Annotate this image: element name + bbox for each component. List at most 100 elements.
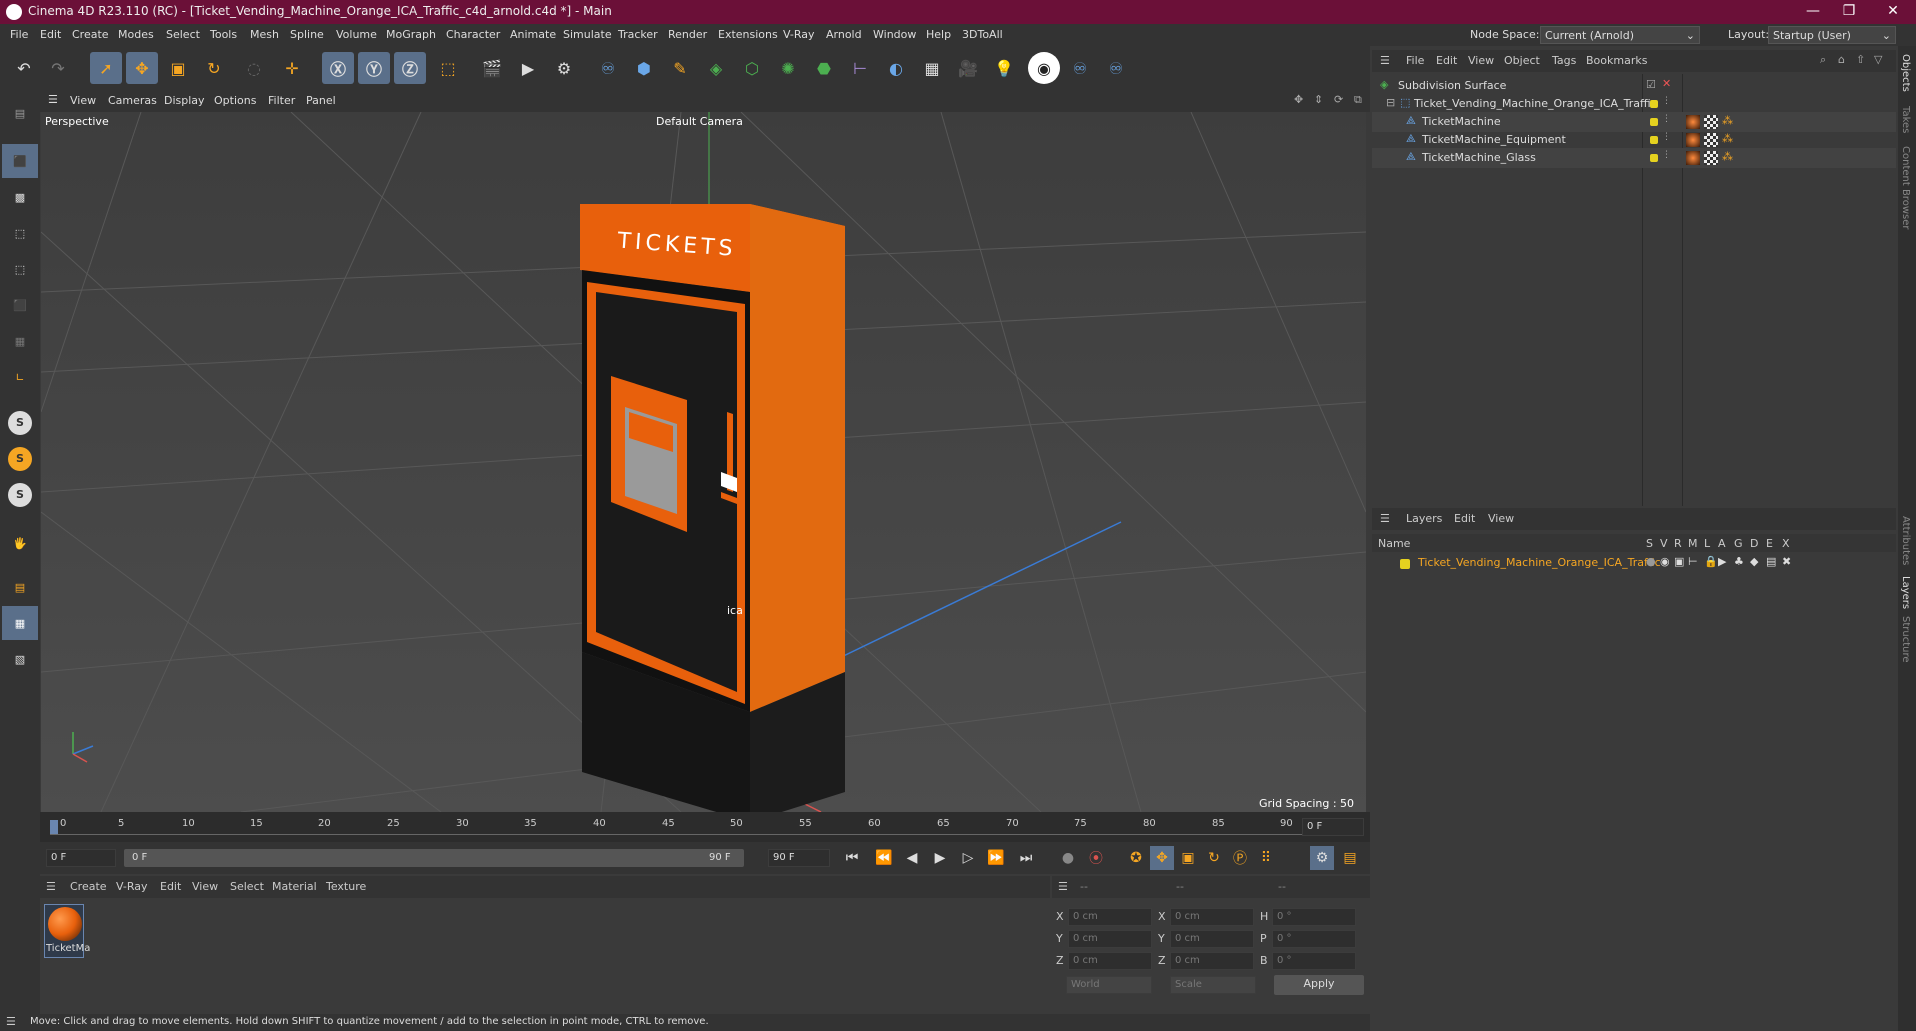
hamburger-icon[interactable]: ☰ bbox=[6, 1015, 16, 1028]
up-icon[interactable]: ⇧ bbox=[1856, 53, 1865, 66]
menu-help[interactable]: Help bbox=[926, 28, 951, 41]
camera-label[interactable]: Default Camera bbox=[656, 115, 743, 128]
texture-tag-icon[interactable] bbox=[1704, 151, 1718, 165]
go-to-start-icon[interactable]: ⏮ bbox=[840, 846, 864, 870]
tab-objects[interactable]: Objects bbox=[1900, 54, 1911, 92]
live-select-icon[interactable]: ◌ bbox=[238, 52, 270, 84]
menu-simulate[interactable]: Simulate bbox=[563, 28, 612, 41]
layer-color-dot[interactable] bbox=[1650, 136, 1658, 144]
search-icon[interactable]: ⌕ bbox=[1820, 53, 1826, 67]
menu-animate[interactable]: Animate bbox=[510, 28, 556, 41]
redo-icon[interactable]: ↷ bbox=[42, 52, 74, 84]
texture-tag-icon[interactable] bbox=[1704, 115, 1718, 129]
layer-column-manager[interactable]: M bbox=[1688, 537, 1698, 550]
soft-selection-icon[interactable]: S bbox=[2, 478, 38, 512]
selection-tag-icon[interactable]: ⁂ bbox=[1722, 132, 1733, 145]
cinema4d-logo-icon[interactable]: ◉ bbox=[1028, 52, 1060, 84]
python-plugin-icon[interactable]: ♾ bbox=[1100, 52, 1132, 84]
layer-color-swatch[interactable] bbox=[1400, 559, 1410, 569]
layer-column-generators[interactable]: G bbox=[1734, 537, 1743, 550]
model-mode-icon[interactable]: ▤ bbox=[2, 96, 38, 130]
selection-tag-icon[interactable]: ⁂ bbox=[1722, 114, 1733, 127]
object-row[interactable]: ⊟ ⬚ Ticket_Vending_Machine_Orange_ICA_Tr… bbox=[1372, 94, 1896, 114]
zoom-view-icon[interactable]: ⇕ bbox=[1314, 93, 1323, 106]
animation-icon[interactable]: ▶ bbox=[1718, 555, 1726, 568]
timeline-ruler[interactable]: 0 5 10 15 20 25 30 35 40 45 50 55 60 65 … bbox=[40, 812, 1370, 842]
om-menu-tags[interactable]: Tags bbox=[1552, 54, 1576, 67]
layer-row[interactable]: Ticket_Vending_Machine_Orange_ICA_Traffi… bbox=[1372, 554, 1896, 572]
rotation-b-field[interactable]: 0 ° bbox=[1272, 952, 1356, 970]
z-axis-icon[interactable]: Ⓩ bbox=[394, 52, 426, 84]
cube-primitive-icon[interactable]: ⬢ bbox=[628, 52, 660, 84]
om-menu-object[interactable]: Object bbox=[1504, 54, 1540, 67]
size-z-field[interactable]: 0 cm bbox=[1170, 952, 1254, 970]
menu-edit[interactable]: Edit bbox=[40, 28, 61, 41]
layer-column-locked[interactable]: L bbox=[1704, 537, 1710, 550]
viewport-menu-display[interactable]: Display bbox=[164, 94, 205, 107]
expression-icon[interactable]: ▤ bbox=[1766, 555, 1776, 568]
layer-menu-view[interactable]: View bbox=[1488, 512, 1514, 525]
om-menu-edit[interactable]: Edit bbox=[1436, 54, 1457, 67]
current-frame-field[interactable]: 0 F bbox=[1302, 818, 1364, 836]
field-icon[interactable]: ◐ bbox=[880, 52, 912, 84]
material-tag-icon[interactable] bbox=[1686, 151, 1700, 165]
coordinate-space-dropdown[interactable]: World bbox=[1066, 976, 1152, 994]
material-menu-select[interactable]: Select bbox=[230, 880, 264, 893]
layer-color-dot[interactable] bbox=[1650, 100, 1658, 108]
range-slider[interactable]: 0 F 90 F bbox=[124, 849, 744, 867]
om-menu-view[interactable]: View bbox=[1468, 54, 1494, 67]
object-row[interactable]: ⟁ TicketMachine_Equipment ⋮ ⁂ bbox=[1372, 130, 1896, 150]
menu-modes[interactable]: Modes bbox=[118, 28, 154, 41]
visibility-dots-icon[interactable]: ⋮ bbox=[1662, 96, 1671, 106]
array-icon[interactable]: ⬣ bbox=[808, 52, 840, 84]
viewport-menu-cameras[interactable]: Cameras bbox=[108, 94, 157, 107]
position-z-field[interactable]: 0 cm bbox=[1068, 952, 1152, 970]
viewport-menu-filter[interactable]: Filter bbox=[268, 94, 295, 107]
play-icon[interactable]: ▶ bbox=[928, 846, 952, 870]
playhead[interactable] bbox=[50, 820, 58, 834]
material-menu-view[interactable]: View bbox=[192, 880, 218, 893]
material-menu-create[interactable]: Create bbox=[70, 880, 107, 893]
size-mode-dropdown[interactable]: Scale bbox=[1170, 976, 1256, 994]
disable-x-icon[interactable]: ✕ bbox=[1662, 77, 1671, 90]
points-mode-icon[interactable]: ⬚ bbox=[2, 216, 38, 250]
maximize-view-icon[interactable]: ⧉ bbox=[1354, 93, 1362, 107]
position-x-field[interactable]: 0 cm bbox=[1068, 908, 1152, 926]
light-icon[interactable]: 💡 bbox=[988, 52, 1020, 84]
grid-workplane-icon[interactable]: ▦ bbox=[2, 606, 38, 640]
hamburger-icon[interactable]: ☰ bbox=[1380, 54, 1390, 67]
edit-check-icon[interactable]: ☑ bbox=[1646, 78, 1656, 91]
layer-color-dot[interactable] bbox=[1650, 154, 1658, 162]
menu-extensions[interactable]: Extensions bbox=[718, 28, 778, 41]
x-axis-icon[interactable]: Ⓧ bbox=[322, 52, 354, 84]
filter-icon[interactable]: ▽ bbox=[1874, 53, 1882, 66]
axis-mode-icon[interactable]: ∟ bbox=[2, 360, 38, 394]
home-icon[interactable]: ⌂ bbox=[1838, 53, 1845, 66]
menu-create[interactable]: Create bbox=[72, 28, 109, 41]
select-tool-icon[interactable]: ➚ bbox=[90, 52, 122, 84]
lock-icon[interactable]: 🔒 bbox=[1704, 555, 1718, 568]
transform-tool-icon[interactable]: ✛ bbox=[276, 52, 308, 84]
eye-icon[interactable]: ◉ bbox=[1660, 555, 1670, 568]
render-region-icon[interactable]: 🎬 bbox=[476, 52, 508, 84]
hierarchy-icon[interactable]: ⊢ bbox=[1688, 555, 1698, 568]
material-menu-texture[interactable]: Texture bbox=[326, 880, 366, 893]
visibility-dots-icon[interactable]: ⋮ bbox=[1662, 114, 1671, 124]
menu-tools[interactable]: Tools bbox=[210, 28, 237, 41]
uv-mode-icon[interactable]: ▦ bbox=[2, 324, 38, 358]
menu-mesh[interactable]: Mesh bbox=[250, 28, 279, 41]
generator-icon[interactable]: ♣ bbox=[1734, 555, 1744, 568]
hamburger-icon[interactable]: ☰ bbox=[46, 880, 56, 893]
menu-select[interactable]: Select bbox=[166, 28, 200, 41]
tab-takes[interactable]: Takes bbox=[1900, 106, 1911, 133]
sculpt-tool-icon[interactable]: 🖐 bbox=[2, 526, 38, 560]
visibility-dots-icon[interactable]: ⋮ bbox=[1662, 150, 1671, 160]
visibility-dots-icon[interactable]: ⋮ bbox=[1662, 132, 1671, 142]
key-rotation-icon[interactable]: ↻ bbox=[1202, 846, 1226, 870]
layer-column-solo[interactable]: S bbox=[1646, 537, 1653, 550]
menu-file[interactable]: File bbox=[10, 28, 28, 41]
object-row[interactable]: ◈ Subdivision Surface ☑ ✕ bbox=[1372, 76, 1896, 96]
layer-column-name[interactable]: Name bbox=[1378, 537, 1410, 550]
polygons-mode-icon[interactable]: ⬛ bbox=[2, 288, 38, 322]
camera-icon[interactable]: 🎥 bbox=[952, 52, 984, 84]
